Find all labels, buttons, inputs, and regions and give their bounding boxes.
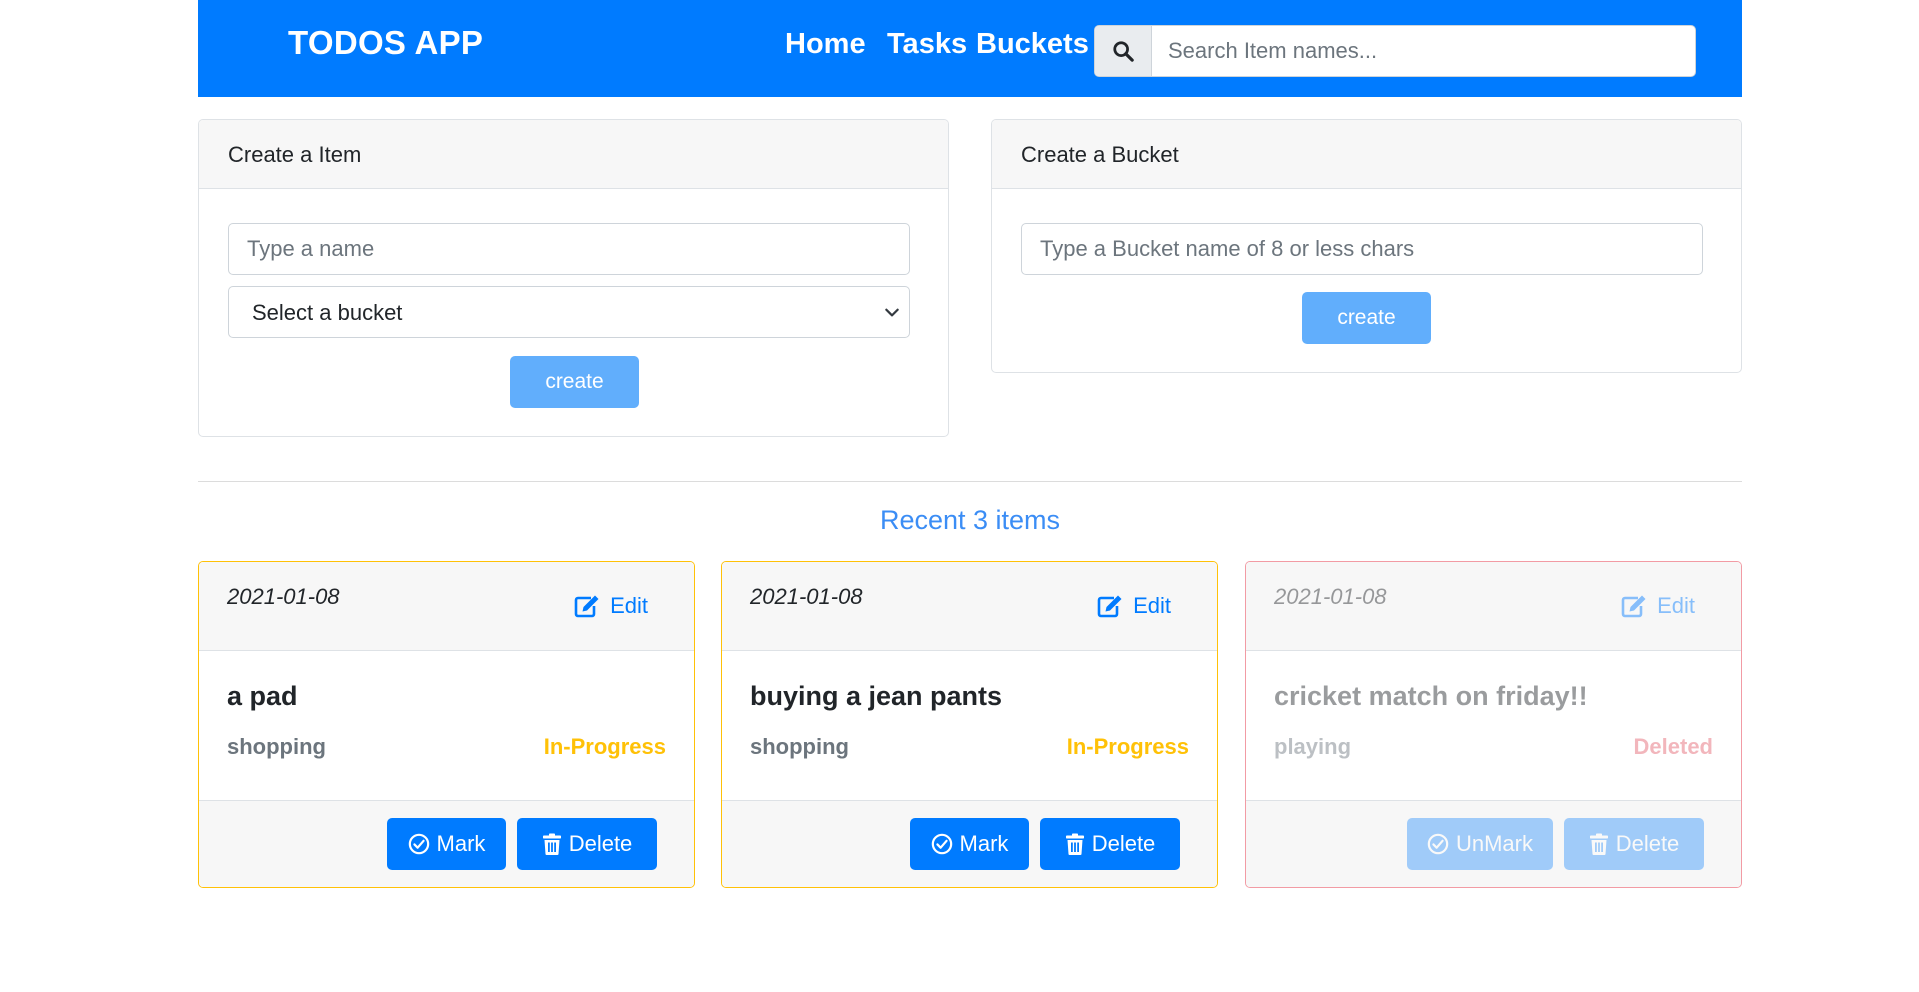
bucket-select[interactable]: Select a bucket (228, 286, 910, 338)
search-icon[interactable] (1095, 26, 1152, 76)
item-bucket: shopping (750, 734, 849, 759)
create-bucket-title: Create a Bucket (1021, 142, 1179, 167)
delete-button[interactable]: Delete (1040, 818, 1180, 870)
trash-icon (542, 833, 561, 855)
nav-link-tasks[interactable]: Tasks (887, 28, 967, 61)
create-item-button[interactable]: create (510, 356, 639, 408)
item-card: 2021-01-08 Edit buying a jean pants shop… (721, 561, 1218, 888)
mark-button[interactable]: Mark (387, 818, 506, 870)
bucket-select-value: Select a bucket (252, 300, 403, 325)
item-name: a pad (227, 681, 298, 711)
item-name-input[interactable] (228, 223, 910, 275)
check-circle-icon (1427, 833, 1449, 855)
trash-icon (1065, 833, 1084, 855)
edit-button[interactable]: Edit (574, 593, 648, 619)
edit-label: Edit (1133, 593, 1171, 618)
edit-icon (1097, 595, 1122, 618)
check-circle-icon (408, 833, 429, 855)
item-card-header: 2021-01-08 Edit (1246, 562, 1741, 651)
edit-button[interactable]: Edit (1097, 593, 1171, 619)
create-item-title: Create a Item (228, 142, 362, 167)
section-divider (198, 481, 1742, 482)
delete-button[interactable]: Delete (517, 818, 657, 870)
card-header: Create a Bucket (992, 120, 1741, 189)
create-item-card: Create a Item Select a bucket create (198, 119, 949, 437)
item-card-header: 2021-01-08 Edit (722, 562, 1217, 651)
nav-link-home[interactable]: Home (785, 28, 866, 61)
create-bucket-card: Create a Bucket create (991, 119, 1742, 373)
item-bucket: shopping (227, 734, 326, 759)
delete-label: Delete (568, 831, 633, 856)
item-status: In-Progress (543, 734, 666, 759)
card-header: Create a Item (199, 120, 948, 189)
trash-icon (1589, 833, 1608, 855)
item-card-header: 2021-01-08 Edit (199, 562, 694, 651)
mark-label: Mark (436, 831, 486, 856)
item-status: In-Progress (1066, 734, 1189, 759)
edit-label: Edit (610, 593, 648, 618)
item-card-footer: UnMark Delete (1246, 800, 1741, 887)
edit-icon (574, 595, 599, 618)
item-name: buying a jean pants (750, 681, 1003, 711)
mark-label: Mark (959, 831, 1009, 856)
unmark-button[interactable]: UnMark (1407, 818, 1553, 870)
item-date: 2021-01-08 (227, 584, 340, 609)
item-card: 2021-01-08 Edit a pad shopping In-Progre… (198, 561, 695, 888)
edit-button[interactable]: Edit (1621, 593, 1695, 619)
search-group (1094, 25, 1696, 77)
item-date: 2021-01-08 (1274, 584, 1387, 609)
search-input[interactable] (1152, 26, 1692, 76)
edit-label: Edit (1657, 593, 1695, 618)
item-card-footer: Mark Delete (199, 800, 694, 887)
chevron-down-icon (883, 301, 901, 328)
item-card: 2021-01-08 Edit cricket match on friday!… (1245, 561, 1742, 888)
nav-link-buckets[interactable]: Buckets (976, 28, 1089, 61)
brand-title[interactable]: TODOS APP (288, 24, 483, 62)
recent-items-title: Recent 3 items (879, 505, 1061, 535)
item-name: cricket match on friday!! (1274, 681, 1588, 711)
create-bucket-button[interactable]: create (1302, 292, 1431, 344)
item-status: Deleted (1633, 734, 1713, 759)
delete-button[interactable]: Delete (1564, 818, 1704, 870)
item-date: 2021-01-08 (750, 584, 863, 609)
delete-label: Delete (1091, 831, 1156, 856)
delete-label: Delete (1615, 831, 1680, 856)
bucket-name-input[interactable] (1021, 223, 1703, 275)
edit-icon (1621, 595, 1646, 618)
mark-button[interactable]: Mark (910, 818, 1029, 870)
unmark-label: UnMark (1455, 831, 1533, 856)
check-circle-icon (931, 833, 952, 855)
navbar: TODOS APP Home Tasks Buckets (198, 0, 1742, 97)
item-card-footer: Mark Delete (722, 800, 1217, 887)
item-bucket: playing (1274, 734, 1352, 759)
